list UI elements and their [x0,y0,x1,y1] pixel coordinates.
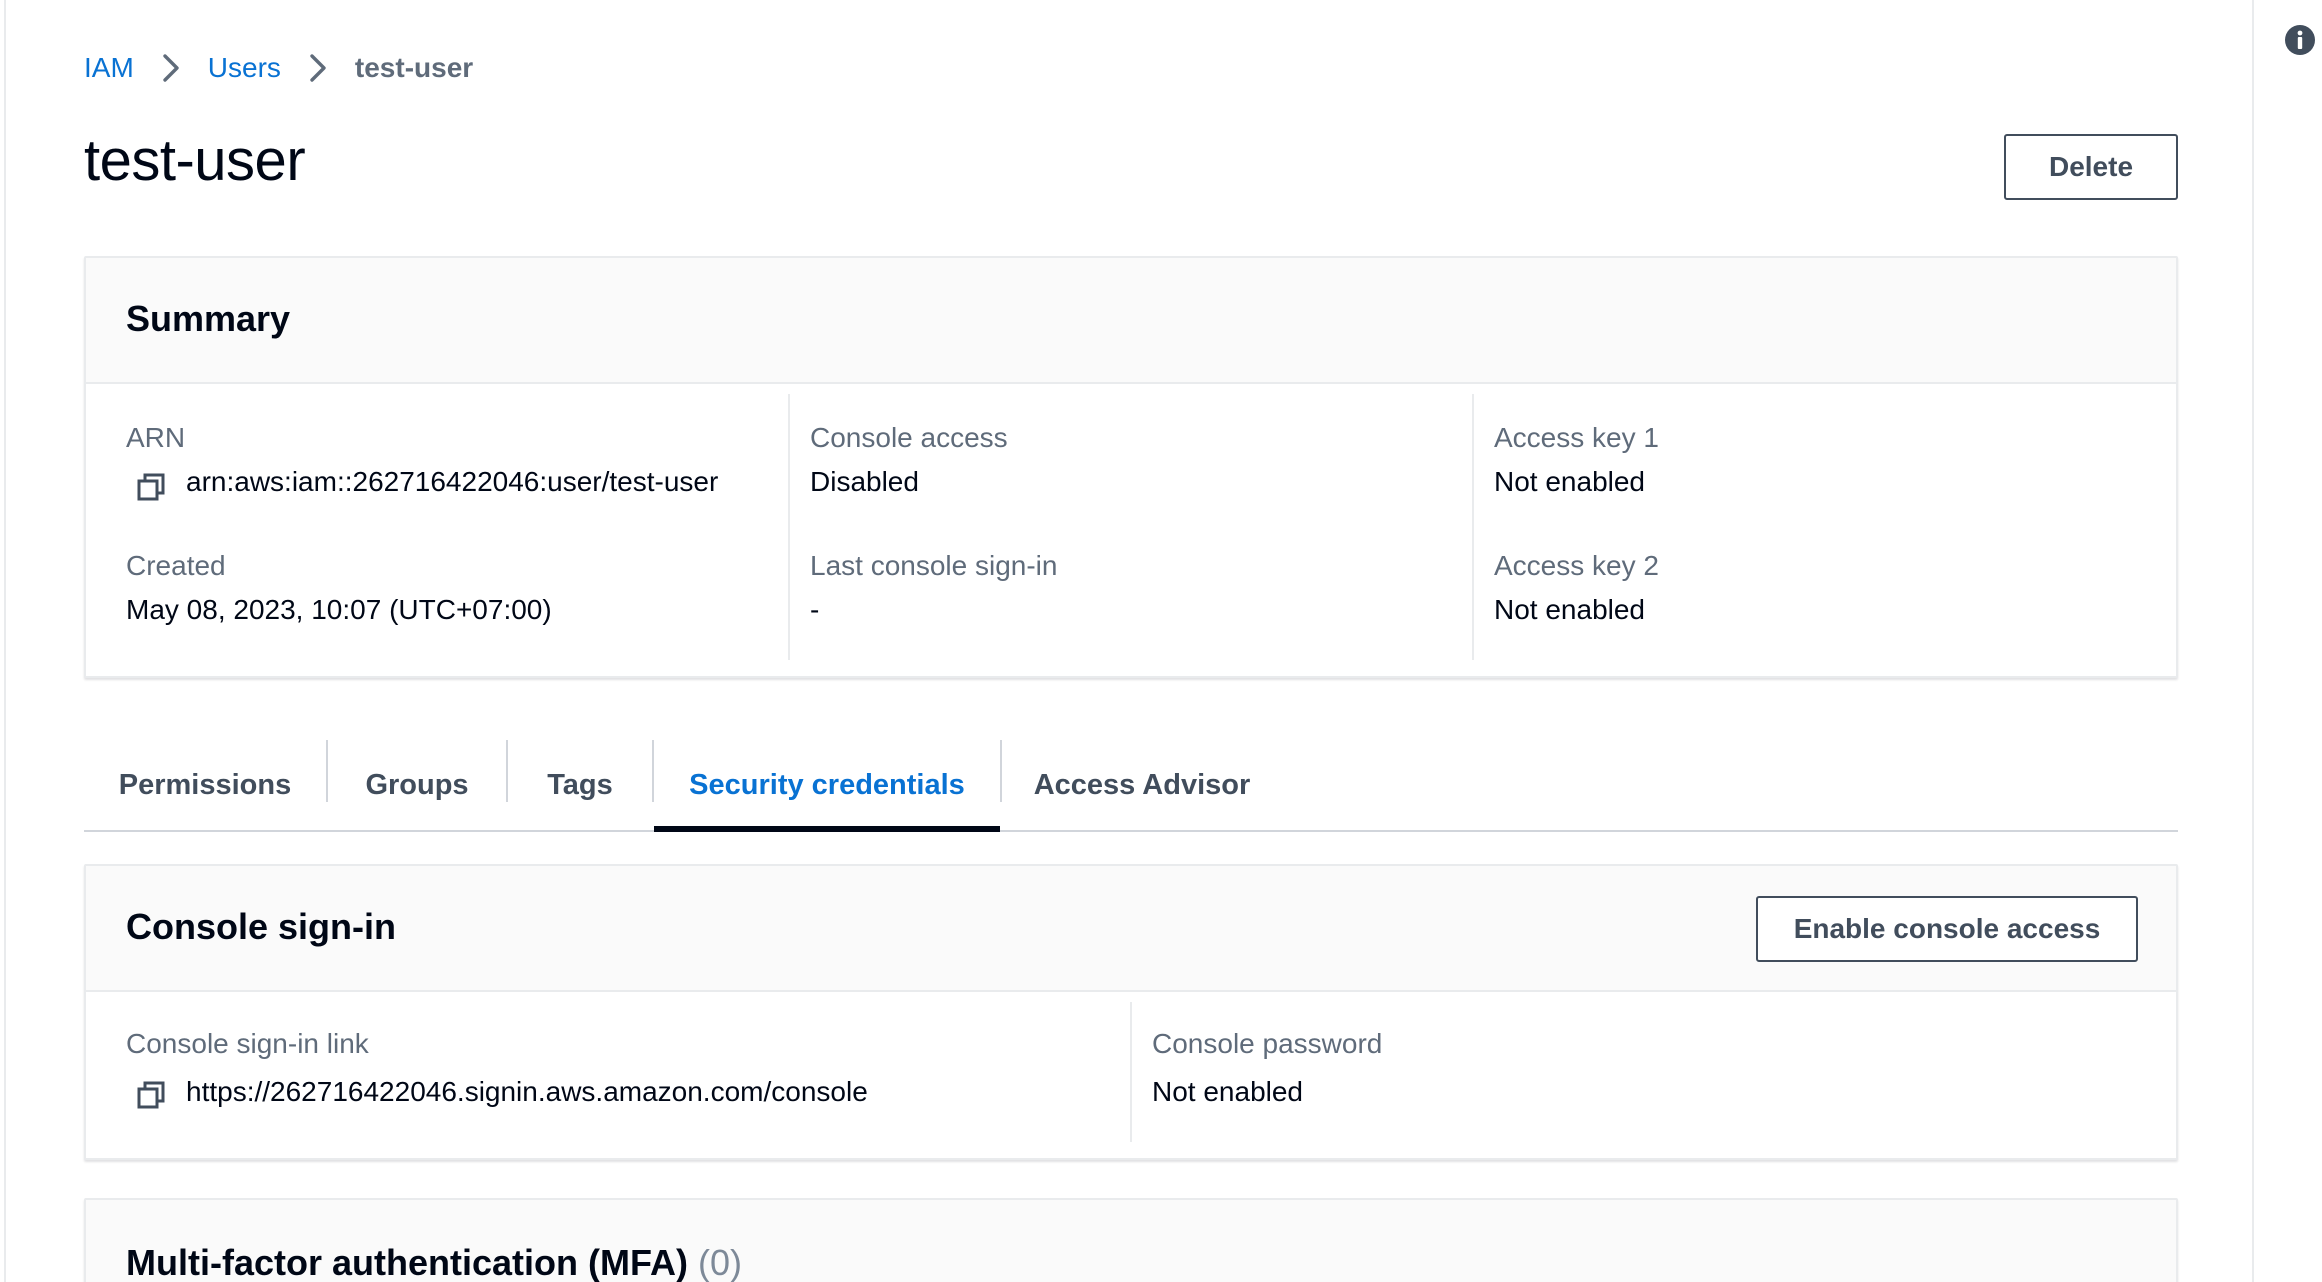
chevron-right-icon [310,54,326,82]
access-key-2-value: Not enabled [1494,594,1646,625]
console-password-column: Console password Not enabled [1130,992,2176,1158]
console-password-value: Not enabled [1152,1076,1304,1107]
console-password-label: Console password [1152,1028,1383,1059]
info-icon[interactable] [2284,24,2316,56]
breadcrumb: IAM Users test-user [84,48,473,88]
copy-icon[interactable] [136,472,166,502]
console-access-label: Console access [810,422,1008,453]
access-key-2-label: Access key 2 [1494,550,1659,581]
summary-column-3: Access key 1 Not enabled Access key 2 No… [1472,384,2176,676]
tab-tags[interactable]: Tags [508,740,652,830]
tab-groups[interactable]: Groups [328,740,506,830]
tab-access-advisor[interactable]: Access Advisor [1002,740,1282,830]
console-signin-header: Console sign-in Enable console access [86,866,2176,992]
last-signin-label: Last console sign-in [810,550,1058,581]
summary-column-1: ARN arn:aws:iam::262716422046:user/test-… [86,384,772,676]
mfa-container: Multi-factor authentication (MFA) (0) [84,1198,2178,1282]
access-key-1-value: Not enabled [1494,466,1646,497]
right-panel-border [2252,0,2254,1282]
enable-console-access-button[interactable]: Enable console access [1756,896,2138,962]
breadcrumb-iam-link[interactable]: IAM [84,52,134,84]
tab-bar: Permissions Groups Tags Security credent… [84,740,2178,832]
access-key-1-label: Access key 1 [1494,422,1659,453]
summary-column-2: Console access Disabled Last console sig… [788,384,1472,676]
summary-title: Summary [126,298,291,339]
console-signin-container: Console sign-in Enable console access Co… [84,864,2178,1160]
breadcrumb-current: test-user [354,52,474,83]
page-title: test-user [84,128,306,193]
last-signin-value: - [810,594,820,625]
tab-permissions[interactable]: Permissions [84,740,326,830]
mfa-header: Multi-factor authentication (MFA) (0) [86,1200,2176,1282]
copy-icon[interactable] [136,1080,166,1110]
arn-label: ARN [126,422,186,453]
mfa-count: (0) [697,1242,742,1282]
created-value: May 08, 2023, 10:07 (UTC+07:00) [126,594,552,625]
summary-header: Summary [86,258,2176,384]
console-signin-title: Console sign-in [126,906,396,947]
console-access-value: Disabled [810,466,919,497]
left-panel-border [4,0,6,1282]
mfa-title-text: Multi-factor authentication (MFA) [126,1242,688,1282]
column-divider [1130,1002,1132,1142]
arn-value: arn:aws:iam::262716422046:user/test-user [186,466,719,497]
delete-button[interactable]: Delete [2004,134,2178,200]
created-label: Created [126,550,226,581]
breadcrumb-users-link[interactable]: Users [208,52,281,84]
chevron-right-icon [163,54,179,82]
iam-user-page: IAM Users test-user test-user Delete Sum… [0,0,2322,1282]
summary-container: Summary ARN arn:aws:iam::262716422046:us… [84,256,2178,678]
signin-link-label: Console sign-in link [126,1028,369,1059]
signin-link-column: Console sign-in link https://26271642204… [86,992,1112,1158]
tab-security-credentials[interactable]: Security credentials [654,740,1000,832]
mfa-title: Multi-factor authentication (MFA) (0) [126,1240,742,1282]
signin-link-value: https://262716422046.signin.aws.amazon.c… [186,1076,868,1107]
